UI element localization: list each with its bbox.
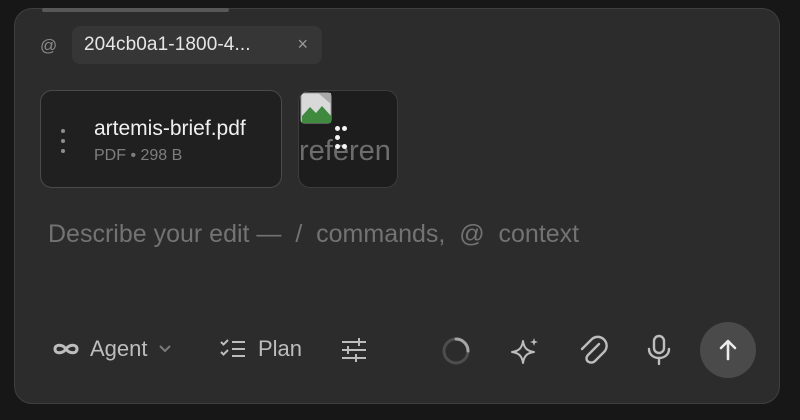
plan-label: Plan: [258, 336, 303, 361]
broken-image-icon: [300, 92, 332, 124]
drag-handle-icon[interactable]: [58, 129, 68, 155]
infinity-icon: [53, 343, 79, 355]
attachment-image-card[interactable]: referen: [298, 90, 398, 188]
spinner-icon: [442, 337, 470, 365]
drag-handle-icon[interactable]: [334, 126, 347, 152]
image-alt-text: referen: [299, 135, 391, 167]
arrow-up-icon: [719, 339, 737, 361]
scrollbar-thumb[interactable]: [42, 8, 229, 12]
send-button[interactable]: [700, 322, 756, 378]
paperclip-icon[interactable]: [578, 334, 608, 366]
plan-button[interactable]: Plan: [220, 336, 302, 362]
sparkle-icon[interactable]: [510, 336, 540, 366]
chevron-down-icon: [158, 345, 171, 353]
prompt-input[interactable]: Describe your edit — / commands, @ conte…: [48, 220, 579, 249]
context-chip-label: 204cb0a1-1800-4...: [84, 34, 251, 55]
attachment-file-name: artemis-brief.pdf: [94, 117, 246, 140]
close-icon[interactable]: ×: [297, 34, 308, 55]
sliders-icon[interactable]: [340, 337, 368, 363]
at-mention-icon[interactable]: @: [40, 36, 57, 56]
context-chip[interactable]: 204cb0a1-1800-4... ×: [72, 26, 322, 64]
attachment-file-meta: PDF • 298 B: [94, 147, 183, 164]
microphone-icon[interactable]: [646, 334, 672, 366]
agent-mode-label: Agent: [90, 336, 148, 361]
attachment-file-card[interactable]: artemis-brief.pdf PDF • 298 B: [40, 90, 282, 188]
checklist-icon: [220, 339, 245, 357]
agent-mode-dropdown[interactable]: Agent: [52, 336, 172, 362]
